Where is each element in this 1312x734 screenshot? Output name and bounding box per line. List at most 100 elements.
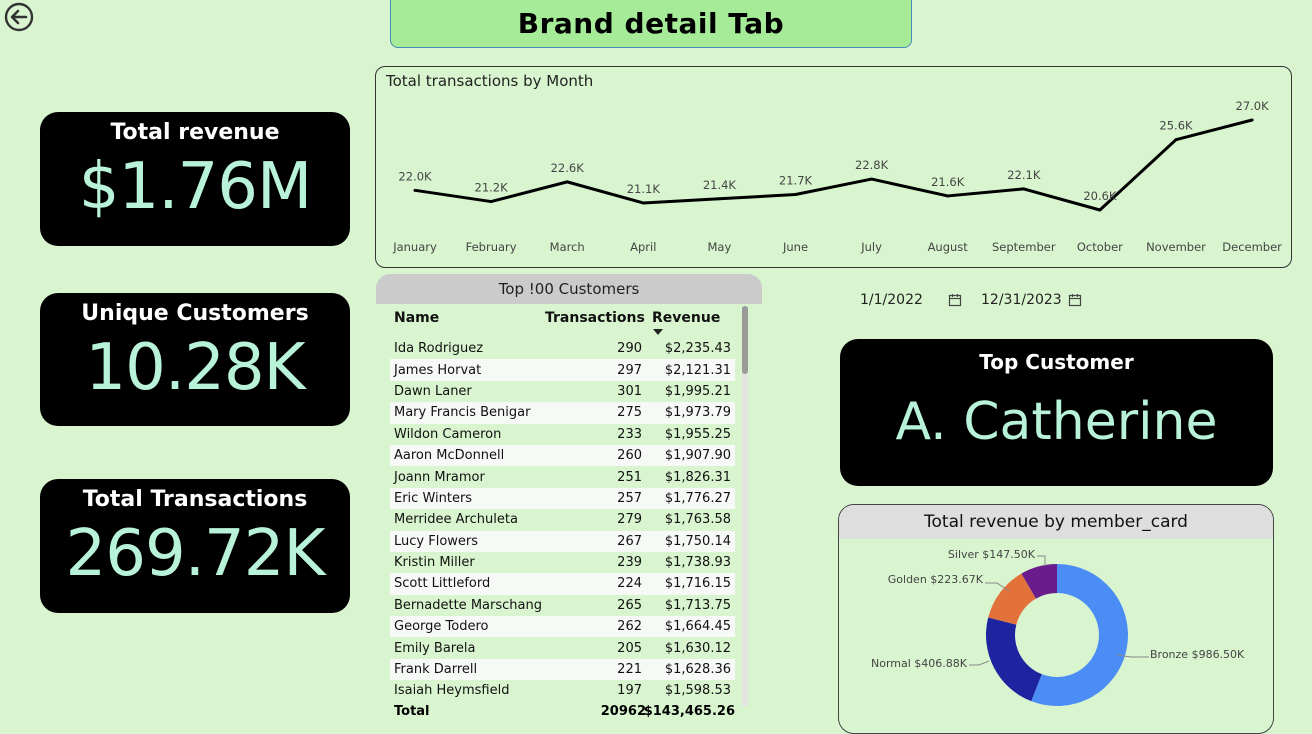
row-transactions: 251 — [617, 469, 642, 485]
kpi-customers-value: 10.28K — [85, 331, 305, 405]
col-header-transactions[interactable]: Transactions — [545, 310, 645, 326]
data-point[interactable] — [413, 188, 417, 192]
data-point[interactable] — [489, 200, 493, 204]
table-row[interactable]: Dawn Laner 301 $1,995.21 — [390, 381, 735, 402]
row-transactions: 290 — [617, 341, 642, 357]
data-point[interactable] — [641, 201, 645, 205]
row-name: Bernadette Marschang — [394, 597, 542, 613]
row-transactions: 239 — [617, 555, 642, 571]
row-name: Lucy Flowers — [394, 533, 479, 549]
sort-desc-icon[interactable] — [652, 328, 664, 336]
slice-label: Normal $406.88K — [871, 657, 968, 670]
slice-label: Silver $147.50K — [948, 548, 1036, 561]
table-row[interactable]: James Horvat 297 $2,121.31 — [390, 359, 735, 381]
data-label: 21.7K — [779, 174, 813, 188]
row-revenue: $1,826.31 — [664, 469, 731, 485]
end-date-input[interactable]: 12/31/2023 — [981, 292, 1062, 308]
x-tick-label: January — [392, 240, 437, 254]
donut-chart-title: Total revenue by member_card — [839, 505, 1273, 539]
row-name: Scott Littleford — [394, 576, 491, 592]
x-tick-label: August — [928, 240, 969, 254]
row-revenue: $1,995.21 — [664, 383, 731, 399]
data-point[interactable] — [1250, 118, 1254, 122]
data-label: 22.6K — [551, 161, 585, 175]
row-revenue: $1,907.90 — [664, 448, 731, 464]
donut-slice-normal[interactable] — [986, 617, 1042, 702]
x-tick-label: December — [1222, 240, 1282, 254]
data-point[interactable] — [1098, 208, 1102, 212]
table-row[interactable]: Mary Francis Benigar 275 $1,973.79 — [390, 402, 735, 424]
data-label: 22.8K — [855, 158, 889, 172]
data-point[interactable] — [565, 180, 569, 184]
row-revenue: $2,235.43 — [664, 341, 731, 357]
row-revenue: $1,664.45 — [664, 619, 731, 635]
table-row[interactable]: Aaron McDonnell 260 $1,907.90 — [390, 444, 735, 467]
back-arrow-icon[interactable] — [4, 2, 34, 32]
x-tick-label: June — [782, 240, 808, 254]
row-transactions: 224 — [617, 576, 642, 592]
table-row[interactable]: Isaiah Heymsfield 197 $1,598.53 — [390, 680, 735, 701]
table-row[interactable]: Wildon Cameron 233 $1,955.25 — [390, 424, 735, 445]
col-header-revenue[interactable]: Revenue — [652, 310, 720, 326]
kpi-revenue-label: Total revenue — [110, 120, 280, 145]
data-point[interactable] — [794, 193, 797, 197]
top-customer-value: A. Catherine — [895, 392, 1218, 452]
data-label: 25.6K — [1159, 119, 1193, 133]
row-name: Mary Francis Benigar — [394, 405, 531, 421]
row-revenue: $1,973.79 — [664, 405, 731, 421]
row-name: Aaron McDonnell — [394, 448, 505, 464]
kpi-card-transactions: Total Transactions 269.72K — [40, 479, 350, 613]
row-transactions: 297 — [617, 362, 642, 378]
table-row[interactable]: Frank Darrell 221 $1,628.36 — [390, 658, 735, 681]
start-date-input[interactable]: 1/1/2022 — [860, 292, 923, 308]
kpi-revenue-value: $1.76M — [78, 150, 312, 224]
row-transactions: 257 — [617, 490, 642, 506]
table-row[interactable]: Lucy Flowers 267 $1,750.14 — [390, 530, 735, 552]
row-name: Eric Winters — [394, 490, 473, 506]
row-name: Ida Rodriguez — [394, 341, 484, 357]
table-row[interactable]: Ida Rodriguez 290 $2,235.43 — [390, 338, 735, 359]
table-row[interactable]: George Todero 262 $1,664.45 — [390, 616, 735, 638]
row-revenue: $1,763.58 — [664, 512, 731, 528]
table-row[interactable]: Merridee Archuleta 279 $1,763.58 — [390, 509, 735, 530]
data-label: 21.1K — [627, 182, 661, 196]
slice-label: Bronze $986.50K — [1150, 648, 1245, 661]
data-point[interactable] — [946, 194, 950, 198]
row-transactions: 265 — [617, 597, 642, 613]
data-point[interactable] — [870, 177, 874, 181]
table-title: Top !00 Customers — [376, 274, 762, 304]
total-transactions: 20962 — [600, 704, 646, 719]
table-row[interactable]: Bernadette Marschang 265 $1,713.75 — [390, 595, 735, 616]
table-row[interactable]: Emily Barela 205 $1,630.12 — [390, 637, 735, 658]
x-tick-label: July — [860, 240, 882, 254]
data-label: 21.2K — [475, 181, 509, 195]
scrollbar-thumb[interactable] — [742, 306, 748, 374]
row-name: Emily Barela — [394, 640, 476, 656]
row-transactions: 301 — [617, 383, 642, 399]
table-row[interactable]: Joann Mramor 251 $1,826.31 — [390, 466, 735, 487]
data-point[interactable] — [717, 197, 721, 201]
row-revenue: $1,630.12 — [664, 640, 731, 656]
data-point[interactable] — [1174, 138, 1178, 142]
total-revenue: $143,465.26 — [643, 704, 735, 719]
col-header-name[interactable]: Name — [394, 310, 439, 326]
row-revenue: $1,955.25 — [664, 426, 731, 442]
table-scrollbar[interactable] — [742, 306, 748, 706]
calendar-icon[interactable] — [948, 293, 962, 307]
data-label: 20.6K — [1083, 189, 1117, 203]
data-point[interactable] — [1022, 187, 1026, 191]
row-name: Wildon Cameron — [394, 426, 502, 442]
row-name: Joann Mramor — [394, 469, 485, 485]
row-name: George Todero — [394, 619, 489, 635]
kpi-card-customers: Unique Customers 10.28K — [40, 293, 350, 426]
table-row[interactable]: Kristin Miller 239 $1,738.93 — [390, 552, 735, 573]
table-body: Ida Rodriguez 290 $2,235.43 James Horvat 297… — [390, 338, 735, 702]
donut-chart-card: Total revenue by member_card Bronze $986… — [838, 504, 1274, 734]
row-revenue: $1,750.14 — [664, 533, 731, 549]
table-row[interactable]: Scott Littleford 224 $1,716.15 — [390, 573, 735, 595]
calendar-icon[interactable] — [1068, 293, 1082, 307]
table-row[interactable]: Eric Winters 257 $1,776.27 — [390, 487, 735, 510]
row-revenue: $1,716.15 — [664, 576, 731, 592]
row-revenue: $1,738.93 — [664, 555, 731, 571]
kpi-customers-label: Unique Customers — [81, 301, 309, 326]
